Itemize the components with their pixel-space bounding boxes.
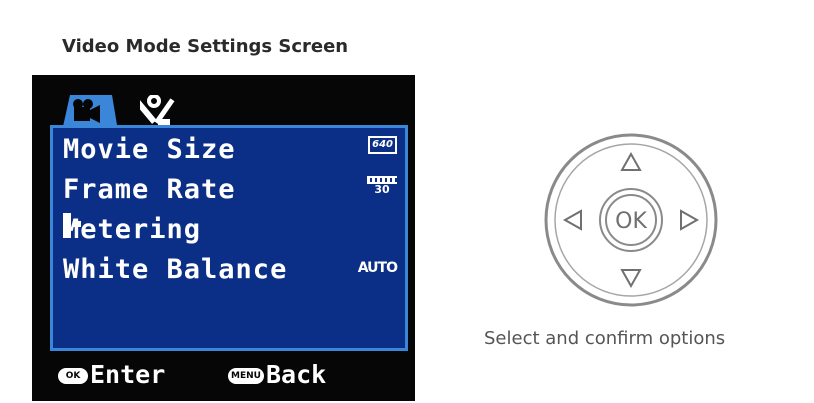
dpad-ring: OK	[544, 133, 718, 307]
menu-item-movie-size[interactable]: Movie Size 640	[63, 132, 397, 172]
ok-button-icon: OK	[58, 368, 88, 384]
tools-icon[interactable]	[140, 95, 180, 129]
back-hint: Back	[266, 360, 327, 389]
resolution-640-icon: 640	[368, 136, 397, 154]
white-balance-auto-icon: AUTO	[357, 260, 398, 276]
menu-item-label: Movie Size	[63, 134, 236, 165]
settings-menu: Movie Size 640 Frame Rate 30 Metering Wh…	[50, 125, 408, 351]
frame-rate-value: 30	[374, 183, 390, 196]
menu-item-white-balance[interactable]: White Balance AUTO	[63, 252, 398, 292]
menu-item-label: Frame Rate	[63, 174, 236, 205]
dpad-caption: Select and confirm options	[484, 328, 726, 349]
frame-rate-icon: 30	[367, 176, 397, 196]
ok-button[interactable]: OK	[615, 209, 647, 234]
menu-item-frame-rate[interactable]: Frame Rate 30	[63, 172, 397, 212]
center-metering-icon	[63, 213, 71, 238]
directional-pad: OK	[543, 132, 719, 308]
menu-item-metering[interactable]: Metering	[63, 212, 397, 252]
menu-footer: OK Enter MENU Back	[32, 357, 415, 397]
menu-item-label: Metering	[63, 214, 202, 245]
figure-title: Video Mode Settings Screen	[62, 36, 349, 57]
menu-item-label: White Balance	[63, 254, 288, 285]
camera-lcd-screen: Movie Size 640 Frame Rate 30 Metering Wh…	[32, 75, 415, 401]
menu-button-icon: MENU	[228, 368, 264, 384]
enter-hint: Enter	[90, 360, 166, 389]
